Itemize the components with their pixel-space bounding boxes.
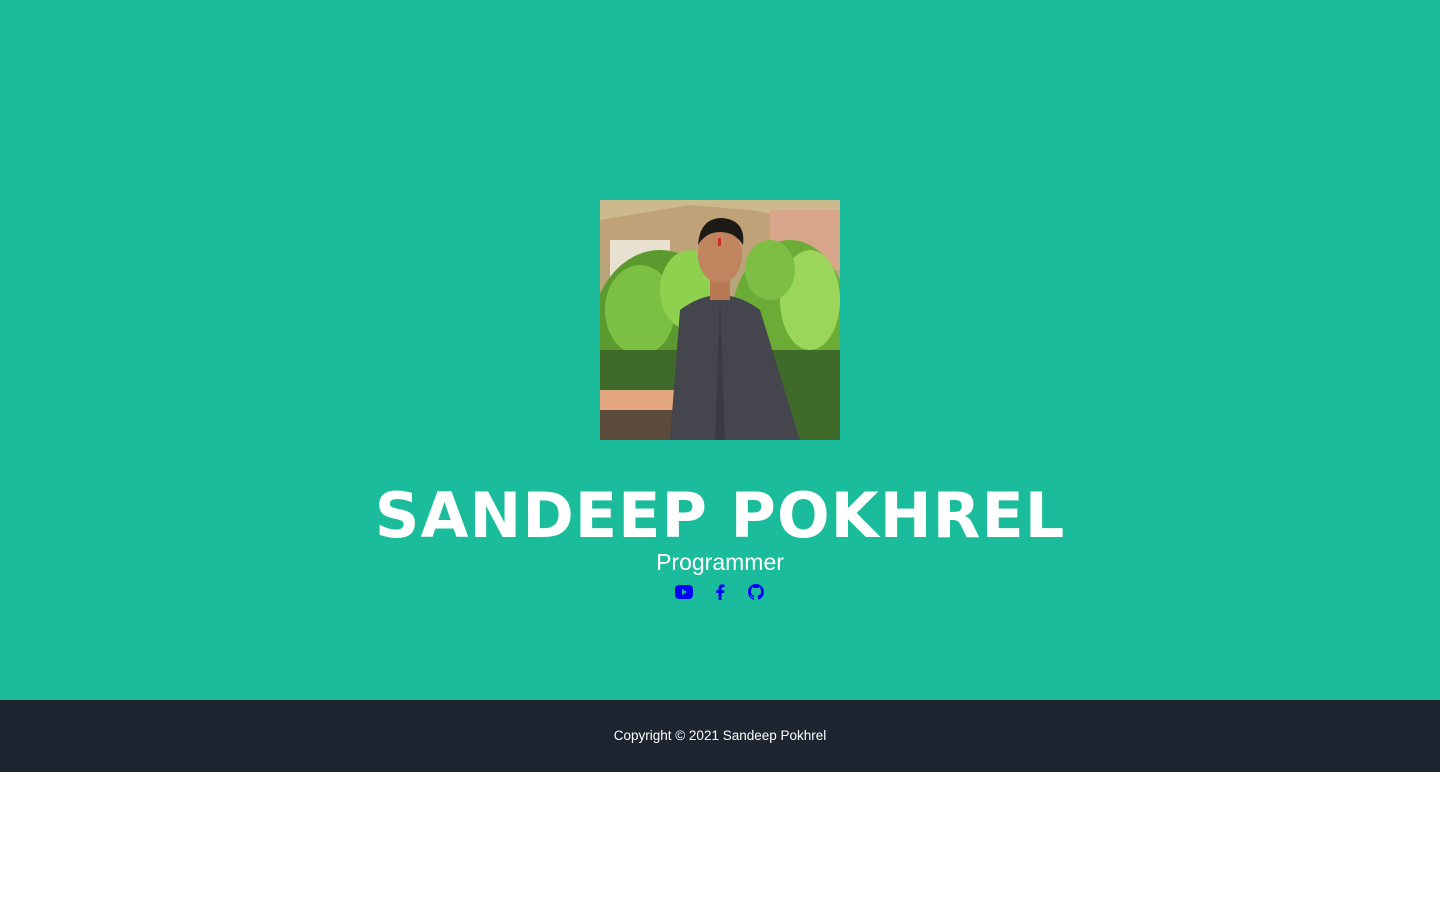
youtube-link[interactable] <box>675 580 693 604</box>
social-links <box>0 580 1440 604</box>
profile-name: Sandeep Pokhrel <box>374 479 1066 552</box>
footer: Copyright © 2021 Sandeep Pokhrel <box>0 700 1440 772</box>
facebook-icon <box>716 584 725 600</box>
copyright-text: Copyright © 2021 Sandeep Pokhrel <box>613 728 827 743</box>
masthead: Sandeep Pokhrel Programmer <box>0 0 1440 700</box>
github-link[interactable] <box>747 580 765 604</box>
facebook-link[interactable] <box>711 580 729 604</box>
youtube-icon <box>675 585 693 599</box>
github-icon <box>748 584 764 600</box>
profile-photo <box>600 200 840 440</box>
profile-role: Programmer <box>656 549 784 575</box>
